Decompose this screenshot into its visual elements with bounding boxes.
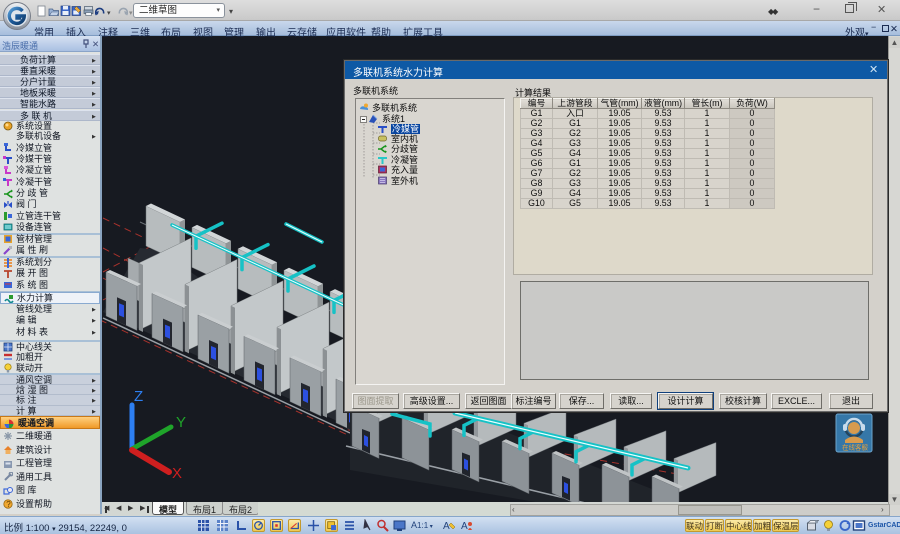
svg-text:X: X	[172, 465, 182, 482]
svg-text:Y: Y	[176, 414, 186, 431]
svg-text:A: A	[461, 521, 468, 532]
svg-text:在线客服: 在线客服	[842, 443, 869, 452]
svg-text:?: ?	[6, 500, 11, 509]
svg-text:A: A	[443, 521, 450, 532]
svg-text:Z: Z	[134, 388, 143, 405]
